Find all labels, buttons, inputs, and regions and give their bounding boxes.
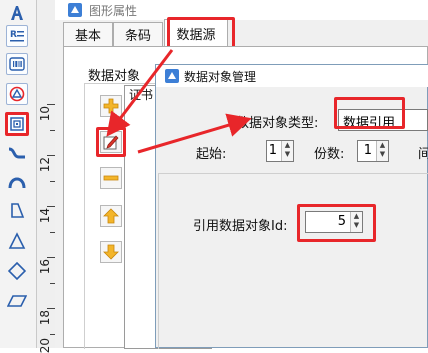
- annotation-arrows: [106, 49, 252, 154]
- arrow-to-edit: [106, 49, 174, 137]
- arrow-to-type: [137, 113, 252, 154]
